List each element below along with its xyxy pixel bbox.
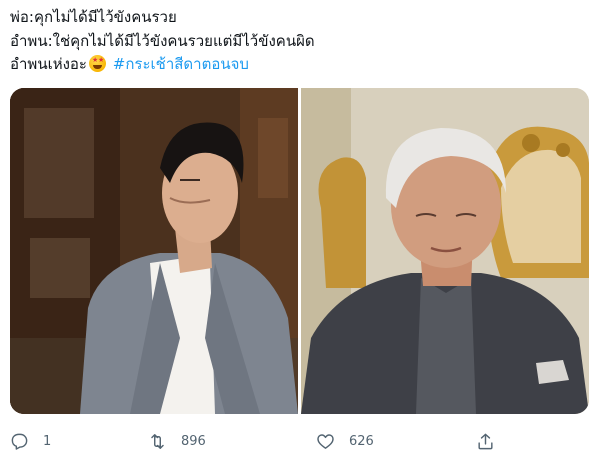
photo-right-illustration [301, 88, 589, 414]
like-count: 626 [349, 433, 374, 449]
heart-icon [317, 433, 334, 449]
retweet-count: 896 [181, 433, 206, 449]
photo-young-man[interactable] [10, 88, 298, 414]
share-icon [478, 433, 493, 449]
tweet-line-1: พ่อ:คุกไม่ได้มีไว้ขังคนรวย [10, 8, 177, 26]
reply-icon [11, 433, 28, 450]
star-struck-emoji-icon [88, 55, 106, 72]
reply-count: 1 [43, 433, 52, 449]
reply-button[interactable]: 1 [10, 429, 51, 453]
tweet-text: พ่อ:คุกไม่ได้มีไว้ขังคนรวย อําพน:ใช่คุกไ… [10, 6, 590, 77]
tweet-line-3-text: อําพนเห่งอะ [10, 55, 87, 73]
photo-older-man[interactable] [301, 88, 589, 414]
retweet-icon [151, 433, 164, 449]
media-grid [10, 88, 589, 414]
share-button[interactable] [476, 429, 495, 453]
hashtag-link[interactable]: #กระเช้าสีดาตอนจบ [113, 55, 249, 73]
like-button[interactable]: 626 [316, 429, 374, 453]
retweet-button[interactable]: 896 [148, 429, 206, 453]
tweet-actions-bar: 1 896 626 [0, 423, 600, 459]
tweet-line-2: อําพน:ใช่คุกไม่ได้มีไว้ขังคนรวยแต่มีไว้ข… [10, 31, 315, 50]
tweet-line-3: อําพนเห่งอะ #กระเช้าสีดาตอนจบ [10, 53, 590, 77]
photo-left-illustration [10, 88, 298, 414]
